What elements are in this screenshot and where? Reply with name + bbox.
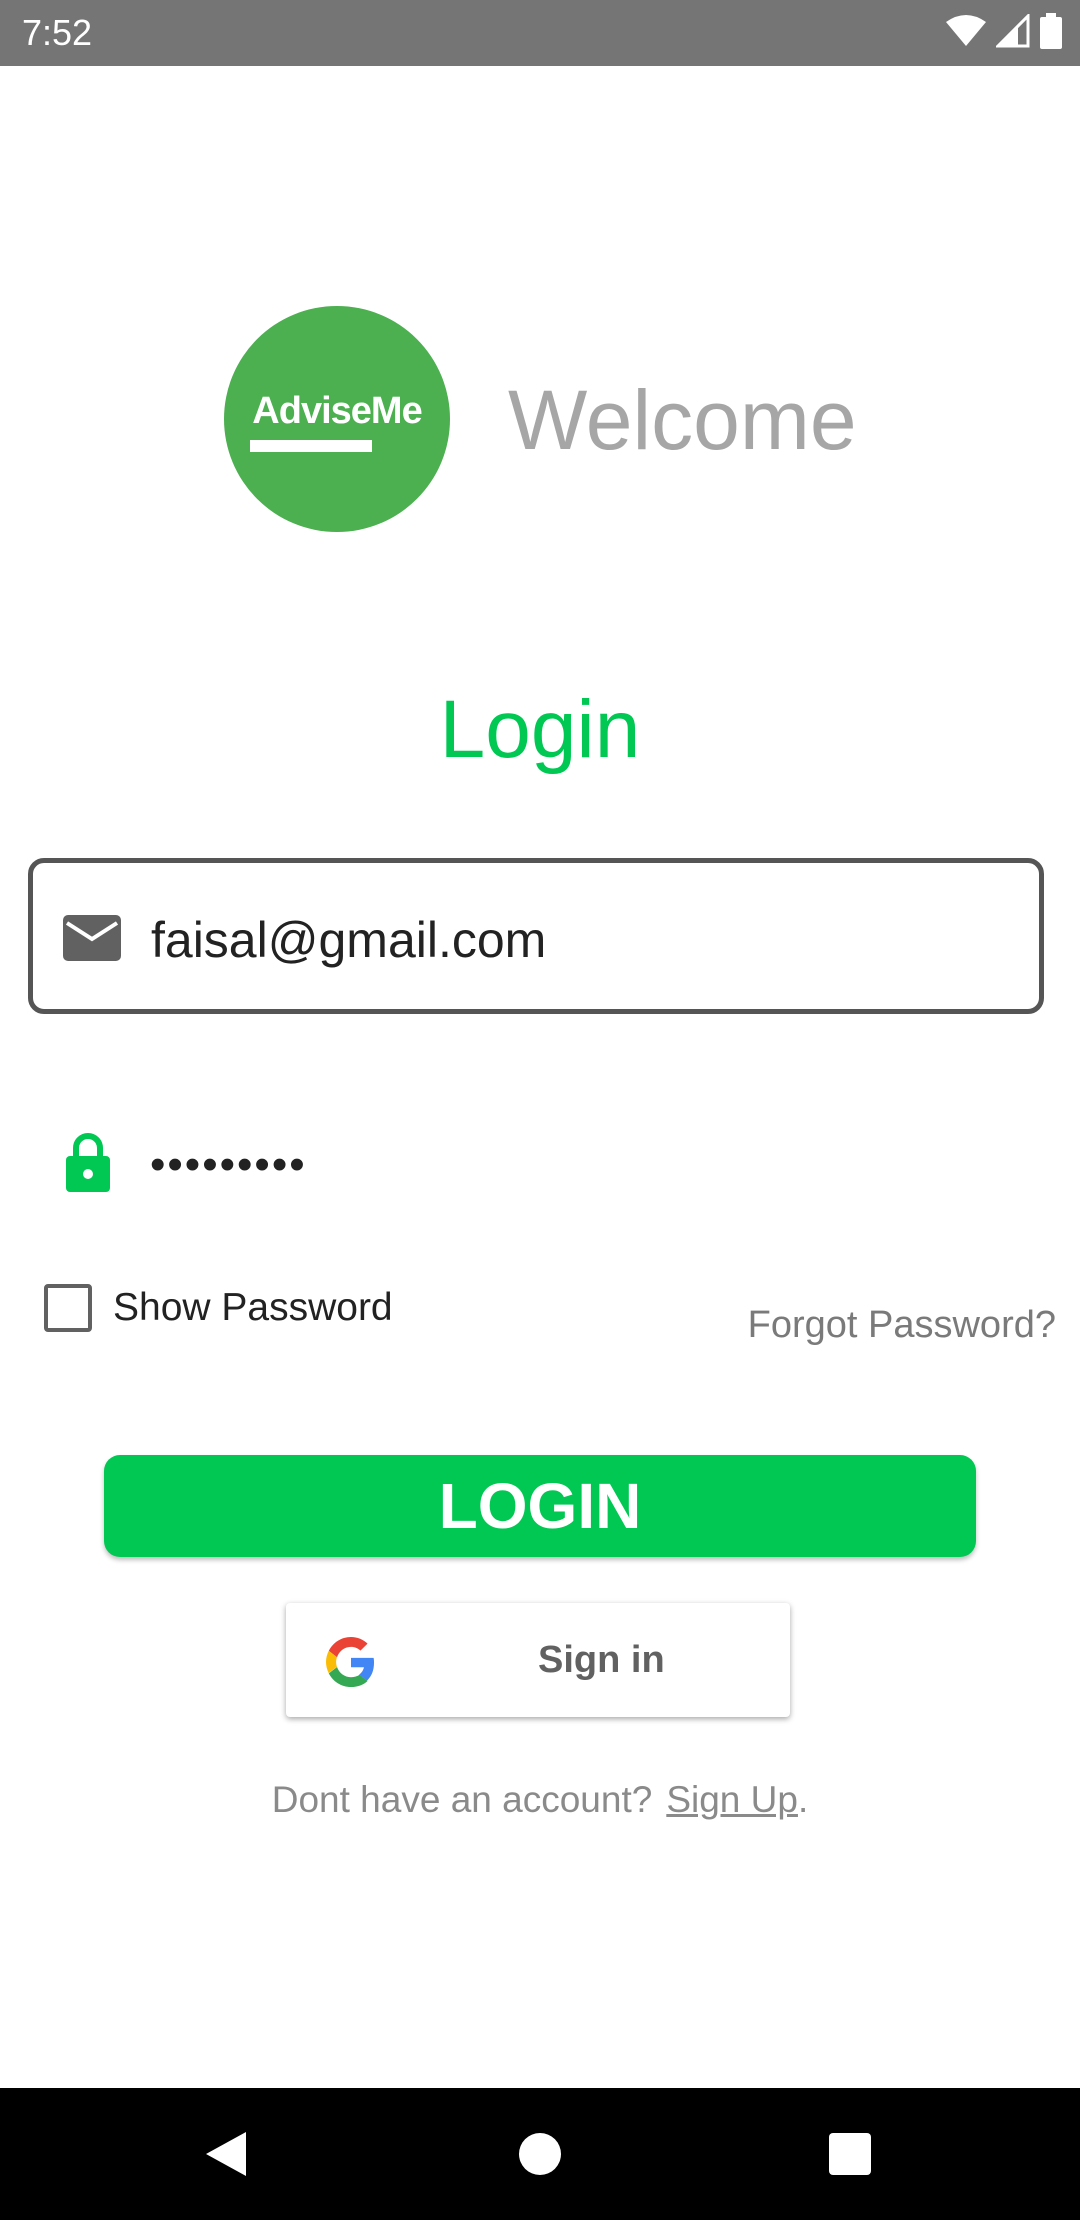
login-button[interactable]: LOGIN [104, 1455, 976, 1557]
home-icon[interactable] [508, 2122, 572, 2186]
welcome-heading: Welcome [508, 373, 857, 467]
google-sign-in-button[interactable]: Sign in [286, 1603, 790, 1717]
battery-icon [1040, 12, 1062, 54]
status-icons [936, 11, 1062, 54]
app-logo: AdviseMe [224, 306, 450, 532]
signup-link[interactable]: Sign Up [666, 1779, 798, 1820]
back-icon[interactable] [194, 2122, 258, 2186]
show-password-label[interactable]: Show Password [113, 1285, 393, 1331]
logo-underline [250, 440, 372, 452]
logo-text: AdviseMe [252, 390, 422, 432]
google-icon [326, 1637, 376, 1692]
navigation-bar [0, 2088, 1080, 2220]
status-bar: 7:52 [0, 0, 1080, 66]
mail-icon [63, 915, 121, 966]
lock-icon [64, 1132, 112, 1197]
signup-row: Dont have an account? Sign Up. [0, 1777, 1080, 1823]
signup-period: . [797, 1779, 809, 1820]
signup-prompt: Dont have an account? [271, 1779, 653, 1820]
show-password-checkbox[interactable] [44, 1284, 92, 1332]
password-field[interactable]: ••••••••• [150, 1140, 307, 1190]
cellular-signal-icon [994, 11, 1030, 53]
google-sign-in-label: Sign in [538, 1639, 665, 1681]
email-value: faisal@gmail.com [151, 912, 547, 968]
forgot-password-link[interactable]: Forgot Password? [748, 1302, 1056, 1348]
status-time: 7:52 [22, 12, 93, 53]
recents-icon[interactable] [818, 2122, 882, 2186]
wifi-icon [946, 14, 986, 53]
login-title: Login [439, 684, 641, 775]
email-field[interactable]: faisal@gmail.com [28, 858, 1044, 1014]
